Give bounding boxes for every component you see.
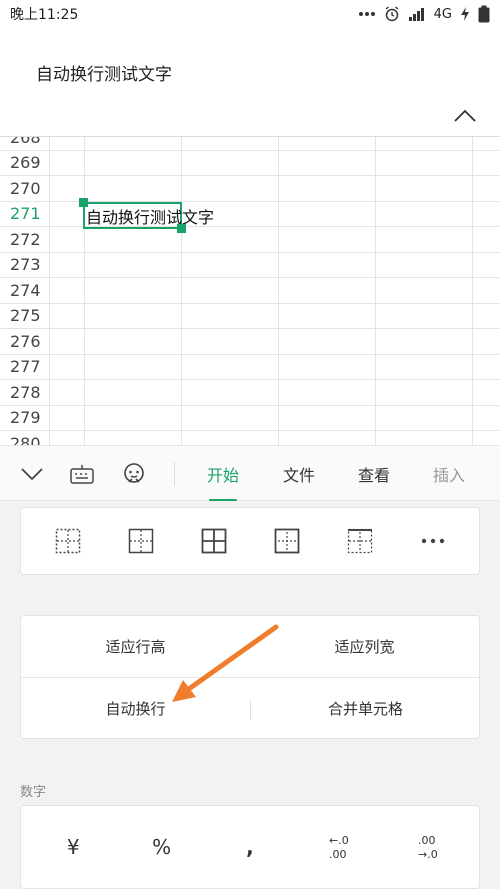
decrease-decimal-icon: ←.0 .00 — [329, 834, 349, 861]
more-borders-button[interactable] — [413, 521, 453, 561]
border-top-button[interactable] — [340, 521, 380, 561]
tab-home[interactable]: 开始 — [196, 446, 250, 502]
svg-text:→.0: →.0 — [418, 848, 438, 861]
active-cell-text: 自动换行测试文字 — [86, 207, 215, 227]
row-number[interactable]: 272 — [0, 227, 50, 252]
border-options-card — [20, 507, 480, 575]
status-time: 晚上11:25 — [10, 7, 79, 23]
status-icons: 4G — [358, 5, 490, 23]
row-number[interactable]: 280 — [0, 431, 50, 445]
sheet-row[interactable]: 277 — [0, 354, 500, 380]
chevron-down-icon — [21, 468, 43, 481]
border-all-icon — [201, 528, 226, 554]
toolbar: 开始 文件 查看 插入 — [0, 445, 500, 502]
tab-view[interactable]: 查看 — [347, 446, 401, 502]
row-number[interactable]: 271 — [0, 201, 50, 226]
sheet-row[interactable]: 268 — [0, 137, 500, 151]
format-panel: 适应行高 适应列宽 自动换行 合并单元格 数字 ¥ % , ←.0 .00 .0… — [0, 501, 500, 889]
border-box-icon — [274, 528, 299, 554]
row-number[interactable]: 275 — [0, 303, 50, 328]
keyboard-button[interactable] — [68, 460, 96, 488]
battery-icon — [478, 5, 490, 23]
border-inner-icon — [128, 528, 153, 554]
tab-home-label: 开始 — [206, 466, 239, 485]
comma-format-button[interactable]: , — [227, 824, 273, 870]
svg-text:.00: .00 — [418, 834, 436, 847]
fit-row-height-button[interactable]: 适应行高 — [21, 616, 250, 677]
tab-file[interactable]: 文件 — [272, 446, 326, 502]
border-outer-icon — [55, 528, 80, 554]
border-all-button[interactable] — [194, 521, 234, 561]
row-number[interactable]: 274 — [0, 278, 50, 303]
sheet-row[interactable]: 280 — [0, 431, 500, 445]
spreadsheet-grid[interactable]: 268 269 270 271 272 273 274 275 276 277 278 279 280 自… — [0, 136, 500, 445]
selection-handle-top-left[interactable] — [79, 197, 88, 207]
number-section-label: 数字 — [20, 785, 47, 800]
tab-insert-label: 插入 — [432, 466, 465, 485]
number-format-card: ¥ % , ←.0 .00 .00 →.0 — [20, 805, 480, 889]
currency-format-button[interactable]: ¥ — [50, 824, 96, 870]
formula-bar[interactable]: 自动换行测试文字 — [0, 28, 500, 136]
svg-text:.00: .00 — [329, 848, 347, 861]
wrap-text-button[interactable]: 自动换行 — [21, 678, 250, 739]
charging-icon — [460, 7, 470, 21]
collapse-button[interactable] — [450, 104, 480, 128]
sheet-row[interactable]: 274 — [0, 278, 500, 304]
chevron-up-icon — [454, 109, 476, 122]
tab-insert[interactable]: 插入 — [422, 446, 476, 502]
row-number[interactable]: 277 — [0, 354, 50, 379]
border-inner-button[interactable] — [121, 521, 161, 561]
ai-assistant-button[interactable] — [120, 460, 148, 488]
sheet-row[interactable]: 275 — [0, 303, 500, 329]
percent-format-button[interactable]: % — [139, 824, 185, 870]
border-outer-button[interactable] — [48, 521, 88, 561]
tab-view-label: 查看 — [357, 466, 390, 485]
network-type: 4G — [433, 6, 452, 22]
row-number[interactable]: 278 — [0, 380, 50, 405]
keyboard-icon — [70, 465, 94, 484]
row-number[interactable]: 268 — [0, 137, 50, 150]
decrease-decimal-button[interactable]: ←.0 .00 — [315, 824, 361, 870]
sheet-row[interactable]: 269 — [0, 150, 500, 176]
row-number[interactable]: 276 — [0, 329, 50, 354]
tab-file-label: 文件 — [282, 466, 315, 485]
row-number[interactable]: 273 — [0, 252, 50, 277]
sheet-row[interactable]: 279 — [0, 405, 500, 431]
alarm-icon — [384, 6, 400, 22]
sheet-row[interactable]: 271 — [0, 201, 500, 227]
more-dots-icon — [421, 538, 444, 544]
status-bar: 晚上11:25 4G — [0, 0, 500, 28]
row-number[interactable]: 270 — [0, 176, 50, 201]
sheet-row[interactable]: 270 — [0, 176, 500, 202]
assistant-face-icon — [124, 463, 144, 483]
fit-column-width-button[interactable]: 适应列宽 — [250, 616, 479, 677]
row-number[interactable]: 269 — [0, 150, 50, 175]
border-top-icon — [347, 528, 372, 554]
cell-options-card: 适应行高 适应列宽 自动换行 合并单元格 — [20, 615, 480, 739]
sheet-row[interactable]: 272 — [0, 227, 500, 253]
svg-text:←.0: ←.0 — [329, 834, 349, 847]
formula-content[interactable]: 自动换行测试文字 — [36, 60, 172, 85]
signal-icon — [408, 7, 426, 21]
selection-handle-bottom-right[interactable] — [177, 224, 186, 233]
sheet-row[interactable]: 276 — [0, 329, 500, 355]
sheet-row[interactable]: 278 — [0, 380, 500, 406]
sheet-row[interactable]: 273 — [0, 252, 500, 278]
hide-keyboard-button[interactable] — [18, 460, 46, 488]
increase-decimal-button[interactable]: .00 →.0 — [404, 824, 450, 870]
toolbar-divider — [174, 462, 175, 486]
merge-cells-button[interactable]: 合并单元格 — [251, 678, 480, 739]
border-box-button[interactable] — [267, 521, 307, 561]
row-number[interactable]: 279 — [0, 405, 50, 430]
more-dots-icon — [358, 11, 376, 17]
increase-decimal-icon: .00 →.0 — [418, 834, 438, 861]
